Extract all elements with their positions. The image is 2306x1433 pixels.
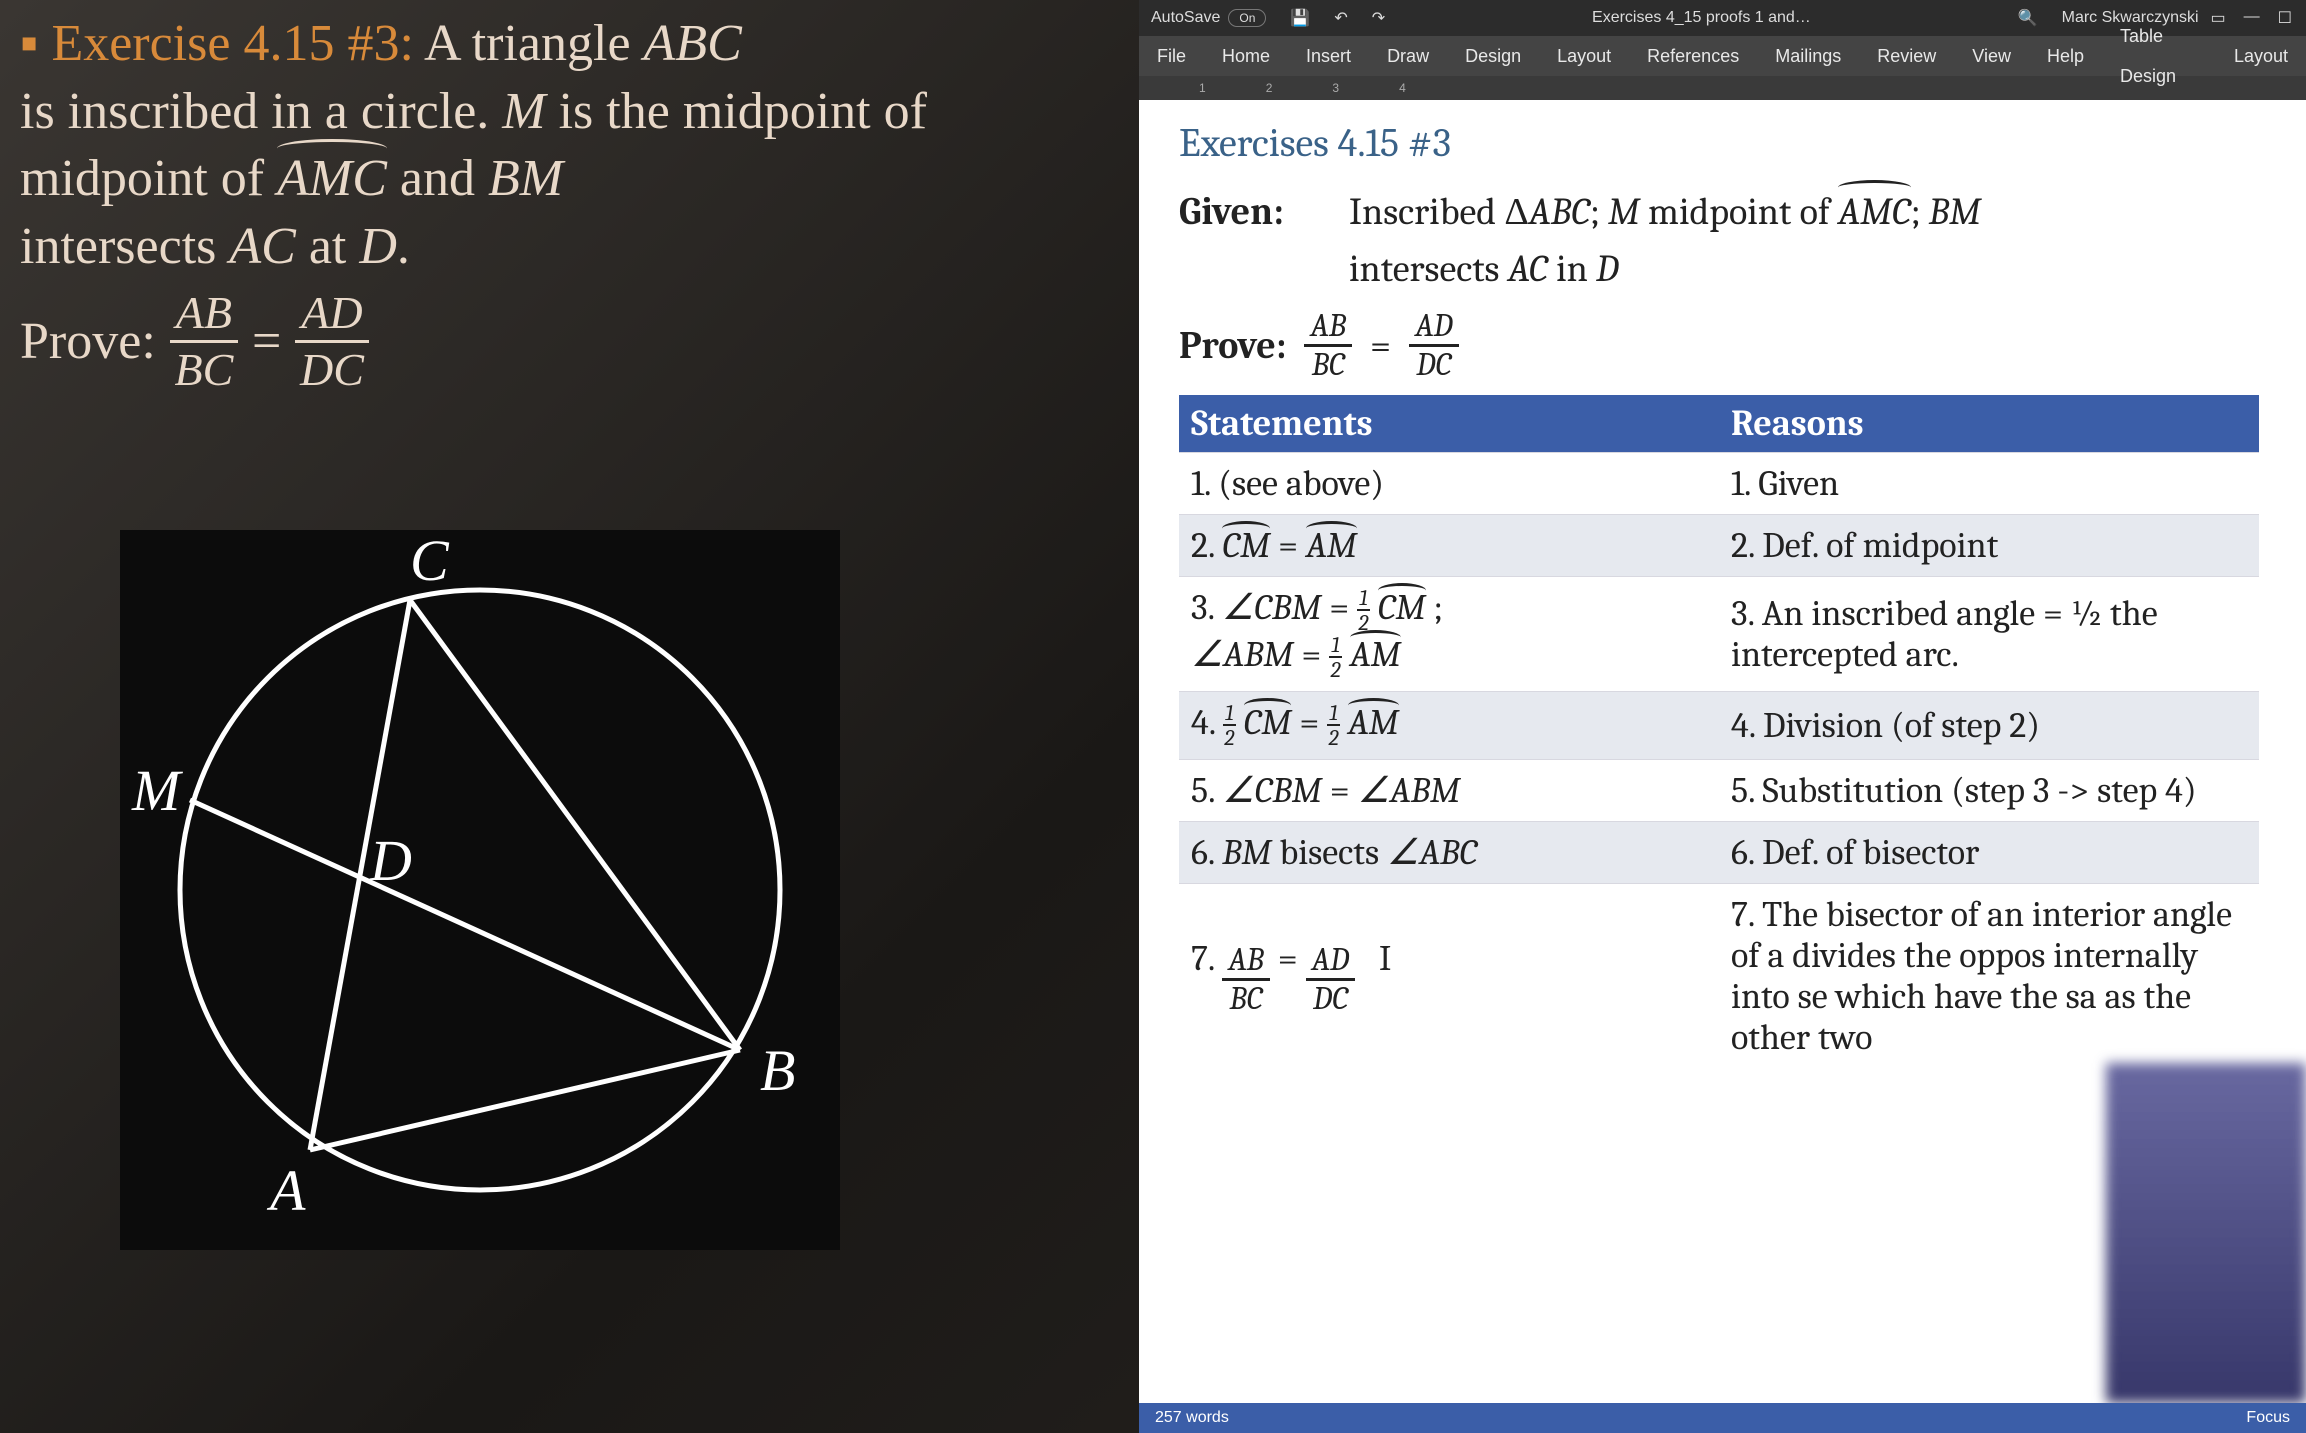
- search-icon[interactable]: 🔍: [2006, 8, 2050, 28]
- text-cursor: I: [1379, 938, 1391, 979]
- th-reasons: Reasons: [1719, 395, 2259, 453]
- camera-occlusion: [2106, 1063, 2306, 1403]
- document-body[interactable]: Exercises 4.15 #3 Given: Inscribed ΔABC;…: [1139, 100, 2306, 1068]
- problem-panel: ▪ Exercise 4.15 #3: A triangle ABC is in…: [20, 10, 1120, 393]
- tab-design[interactable]: Design: [1447, 36, 1539, 76]
- tab-draw[interactable]: Draw: [1369, 36, 1447, 76]
- diagram-svg: C B A M D: [120, 530, 840, 1250]
- tab-references[interactable]: References: [1629, 36, 1757, 76]
- exercise-title: ▪ Exercise 4.15 #3: A triangle ABC is in…: [20, 10, 1120, 280]
- label-m: M: [131, 758, 183, 823]
- document-title[interactable]: Exercises 4_15 proofs 1 and…: [1397, 9, 2006, 27]
- prove-line: Prove: AB BC = AD DC: [20, 290, 1120, 393]
- table-row: 2. CM = AM 2. Def. of midpoint: [1179, 515, 2259, 577]
- undo-icon[interactable]: ↶: [1322, 8, 1359, 28]
- given-label: Given:: [1179, 184, 1319, 298]
- diagram: C B A M D: [120, 530, 840, 1250]
- word-window: AutoSave On 💾 ↶ ↷ Exercises 4_15 proofs …: [1139, 0, 2306, 1433]
- proof-table: Statements Reasons 1. (see above) 1. Giv…: [1179, 395, 2259, 1068]
- minimize-icon[interactable]: —: [2244, 8, 2260, 28]
- doc-prove: Prove: AB BC = AD DC: [1179, 310, 2276, 381]
- statusbar: 257 words Focus: [1139, 1403, 2306, 1433]
- prove-label: Prove:: [20, 312, 156, 371]
- tab-file[interactable]: File: [1139, 36, 1204, 76]
- given-block: Given: Inscribed ΔABC; M midpoint of AMC…: [1179, 184, 2276, 298]
- bullet: ▪: [20, 15, 51, 72]
- ribbon: File Home Insert Draw Design Layout Refe…: [1139, 36, 2306, 76]
- doc-heading: Exercises 4.15 #3: [1179, 120, 2276, 166]
- table-row: 4. 12 CM = 12 AM 4. Division (of step 2): [1179, 692, 2259, 760]
- tab-table-layout[interactable]: Layout: [2216, 36, 2306, 76]
- label-b: B: [760, 1038, 795, 1103]
- tab-table-design[interactable]: Table Design: [2102, 16, 2216, 96]
- fraction-ad-dc: AD DC: [295, 290, 368, 393]
- doc-frac-ad-dc: AD DC: [1409, 310, 1459, 381]
- save-icon[interactable]: 💾: [1278, 8, 1322, 28]
- tab-help[interactable]: Help: [2029, 36, 2102, 76]
- table-row: 6. BM bisects ABC 6. Def. of bisector: [1179, 822, 2259, 884]
- label-a: A: [266, 1158, 306, 1223]
- table-row: 7. ABBC = ADDC I 7. The bisector of an i…: [1179, 884, 2259, 1069]
- label-d: D: [369, 828, 412, 893]
- label-c: C: [410, 530, 450, 593]
- screen: ▪ Exercise 4.15 #3: A triangle ABC is in…: [0, 0, 2306, 1433]
- doc-frac-ab-bc: AB BC: [1304, 310, 1352, 381]
- fraction-ab-bc: AB BC: [170, 290, 238, 393]
- autosave-toggle[interactable]: AutoSave On: [1139, 9, 1278, 27]
- given-text: Inscribed ΔABC; M midpoint of AMC; BM in…: [1349, 184, 1981, 298]
- table-row: 3. CBM = 12 CM ; ABM = 12 AM 3. An inscr…: [1179, 577, 2259, 692]
- th-statements: Statements: [1179, 395, 1719, 453]
- table-row: 5. CBM = ABM 5. Substitution (step 3 -> …: [1179, 760, 2259, 822]
- tab-layout[interactable]: Layout: [1539, 36, 1629, 76]
- tab-review[interactable]: Review: [1859, 36, 1954, 76]
- focus-mode[interactable]: Focus: [2246, 1409, 2290, 1427]
- maximize-icon[interactable]: ☐: [2278, 8, 2292, 28]
- tab-home[interactable]: Home: [1204, 36, 1288, 76]
- redo-icon[interactable]: ↷: [1360, 8, 1397, 28]
- tab-mailings[interactable]: Mailings: [1757, 36, 1859, 76]
- tab-view[interactable]: View: [1954, 36, 2029, 76]
- word-count[interactable]: 257 words: [1155, 1409, 1229, 1427]
- tab-insert[interactable]: Insert: [1288, 36, 1369, 76]
- table-row: 1. (see above) 1. Given: [1179, 453, 2259, 515]
- title-exercise-number: Exercise 4.15 #3:: [51, 15, 413, 72]
